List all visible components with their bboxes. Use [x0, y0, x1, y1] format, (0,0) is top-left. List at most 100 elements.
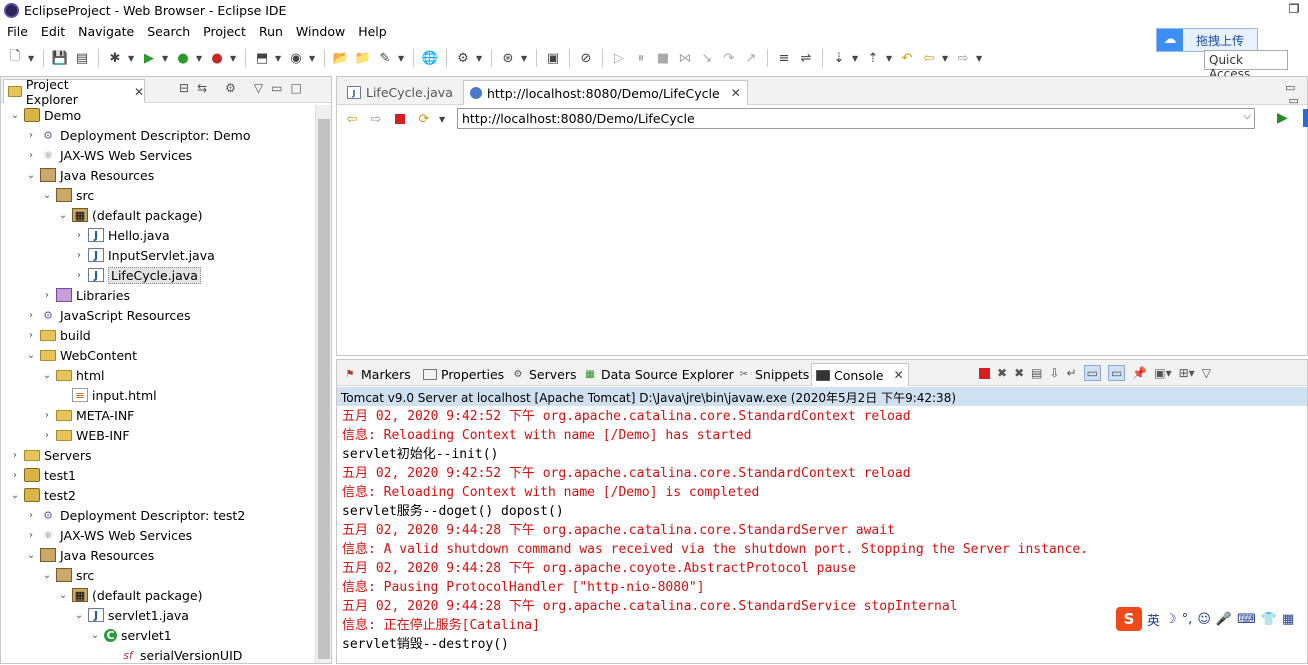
chevron-right-icon[interactable]: ›	[9, 470, 21, 481]
toggle-breadcrumb-icon[interactable]: ⇌	[797, 49, 815, 67]
search-icon[interactable]: ✎	[376, 49, 394, 67]
tools-icon[interactable]: ▦	[1282, 612, 1294, 627]
server-icon[interactable]: ⊛	[499, 49, 517, 67]
keyboard-icon[interactable]: ⌨	[1237, 612, 1256, 627]
tree-item[interactable]: › ⚙ Deployment Descriptor: test2	[1, 505, 315, 525]
tree-item[interactable]: ⌄ Java Resources	[1, 545, 315, 565]
next-annotation-icon[interactable]: ⇣	[830, 49, 848, 67]
chevron-right-icon[interactable]: ›	[41, 430, 53, 441]
tree-item[interactable]: ⌄ WebContent	[1, 345, 315, 365]
tree-item[interactable]: ⌄ ▦ (default package)	[1, 205, 315, 225]
moon-icon[interactable]: ☽	[1165, 612, 1177, 627]
tree-item[interactable]: sf serialVersionUID	[1, 645, 315, 665]
tree-item[interactable]: ⌄ ▦ (default package)	[1, 585, 315, 605]
chevron-down-icon[interactable]: ⌄	[89, 630, 101, 641]
tree-item[interactable]: ⌄ src	[1, 185, 315, 205]
tree-item[interactable]: › META-INF	[1, 405, 315, 425]
restore-window-icon[interactable]: ❐	[1286, 2, 1302, 18]
refresh-icon[interactable]: ⟳	[415, 110, 433, 128]
menu-file[interactable]: File	[0, 22, 34, 42]
punctuation-icon[interactable]: °,	[1182, 612, 1193, 627]
external-tools-icon[interactable]: ●	[208, 49, 226, 67]
url-input[interactable]: http://localhost:8080/Demo/LifeCycle ⌵	[457, 108, 1255, 129]
tree-item[interactable]: ⌄ Jservlet1.java	[1, 605, 315, 625]
tree-item[interactable]: ≡ input.html	[1, 385, 315, 405]
tree-item[interactable]: › J LifeCycle.java	[1, 265, 315, 285]
show-on-stderr-icon[interactable]: ▭	[1107, 365, 1126, 381]
tree-item[interactable]: › ⚙ Deployment Descriptor: Demo	[1, 125, 315, 145]
disconnect-icon[interactable]: ⋈	[676, 49, 694, 67]
tab-servers[interactable]: ⚙ Servers	[507, 363, 581, 386]
close-icon[interactable]: ✕	[731, 86, 741, 100]
ime-language-label[interactable]: 英	[1147, 610, 1160, 629]
chevron-down-icon[interactable]: ⌄	[41, 190, 53, 201]
tab-lifecycle-java[interactable]: J LifeCycle.java	[341, 80, 459, 105]
chevron-down-icon[interactable]: ⌄	[9, 110, 21, 121]
tab-snippets[interactable]: ✂ Snippets	[733, 363, 813, 386]
globe-icon[interactable]: 🌐	[421, 49, 439, 67]
sogou-logo-icon[interactable]: S	[1116, 607, 1142, 631]
chevron-down-icon[interactable]: ⌄	[9, 490, 21, 501]
tree-item[interactable]: ⌄ Cservlet1	[1, 625, 315, 645]
run-icon[interactable]: ▶	[140, 49, 158, 67]
chevron-down-icon[interactable]: ⌵	[1243, 111, 1251, 122]
web-service-icon[interactable]: ⚙	[454, 49, 472, 67]
terminate-icon[interactable]: ■	[654, 49, 672, 67]
chevron-down-icon[interactable]: ⌄	[25, 350, 37, 361]
tree-item[interactable]: › WEB-INF	[1, 425, 315, 445]
menu-search[interactable]: Search	[140, 22, 196, 42]
open-task-icon[interactable]: 📁	[354, 49, 372, 67]
remove-all-icon[interactable]: ✖	[1014, 366, 1024, 380]
coverage-icon[interactable]: ●	[174, 49, 192, 67]
debug-icon[interactable]: ✱	[106, 49, 124, 67]
maximize-icon[interactable]: □	[290, 81, 301, 95]
stop-icon[interactable]	[391, 110, 409, 128]
new-icon[interactable]: 🗋	[6, 49, 24, 67]
forward-icon[interactable]: ⇨	[954, 49, 972, 67]
chevron-right-icon[interactable]: ›	[9, 450, 21, 461]
tab-web-browser[interactable]: http://localhost:8080/Demo/LifeCycle ✕	[463, 80, 748, 105]
chevron-right-icon[interactable]: ›	[25, 150, 37, 161]
menu-run[interactable]: Run	[252, 22, 289, 42]
back-icon[interactable]: ⇦	[920, 49, 938, 67]
clear-console-icon[interactable]: ▤	[1031, 366, 1042, 380]
suspend-icon[interactable]: ⏸	[632, 49, 650, 67]
chevron-right-icon[interactable]: ›	[25, 330, 37, 341]
tree-item[interactable]: ⌄ Java Resources	[1, 165, 315, 185]
chevron-right-icon[interactable]: ›	[25, 130, 37, 141]
link-with-editor-icon[interactable]: ⇆	[197, 81, 207, 95]
vertical-scrollbar[interactable]	[315, 105, 331, 663]
microphone-icon[interactable]: 🎤	[1216, 612, 1232, 627]
scrollbar-thumb[interactable]	[318, 119, 330, 659]
close-icon[interactable]: ✕	[894, 368, 904, 382]
open-type-icon[interactable]: 📂	[332, 49, 350, 67]
tree-item[interactable]: ⌄ html	[1, 365, 315, 385]
chevron-down-icon[interactable]: ⌄	[41, 570, 53, 581]
tab-properties[interactable]: Properties	[419, 363, 508, 386]
chevron-down-icon[interactable]: ⌄	[41, 370, 53, 381]
view-menu-icon[interactable]: ▽	[254, 81, 263, 95]
resume-icon[interactable]: ▷	[610, 49, 628, 67]
chevron-right-icon[interactable]: ›	[25, 310, 37, 321]
tab-project-explorer[interactable]: Project Explorer ✕	[3, 77, 145, 107]
open-console-icon[interactable]: ⊞▾	[1179, 366, 1195, 380]
chevron-down-icon[interactable]: ▼	[439, 115, 447, 124]
tab-data-source-explorer[interactable]: ▦ Data Source Explorer	[579, 363, 738, 386]
tree-item[interactable]: › Servers	[1, 445, 315, 465]
menu-navigate[interactable]: Navigate	[71, 22, 140, 42]
step-return-icon[interactable]: ↗	[742, 49, 760, 67]
view-menu-icon[interactable]: ▽	[1202, 366, 1211, 380]
scroll-lock-icon[interactable]: ⇩	[1049, 366, 1059, 380]
menu-edit[interactable]: Edit	[34, 22, 71, 42]
chevron-right-icon[interactable]: ›	[41, 410, 53, 421]
chevron-down-icon[interactable]: ⌄	[57, 210, 69, 221]
tree-item[interactable]: ⌄ Demo	[1, 105, 315, 125]
filter-icon[interactable]: ⚙	[225, 81, 236, 95]
tree-item[interactable]: › ⚙ JavaScript Resources	[1, 305, 315, 325]
tree-item[interactable]: › ⚛ JAX-WS Web Services	[1, 525, 315, 545]
toggle-mark-icon[interactable]: ≡	[775, 49, 793, 67]
pin-console-icon[interactable]: 📌	[1132, 366, 1147, 380]
internal-web-browser-icon[interactable]	[1303, 109, 1308, 127]
tree-item[interactable]: ⌄ test2	[1, 485, 315, 505]
display-console-icon[interactable]: ▣▾	[1154, 366, 1171, 380]
